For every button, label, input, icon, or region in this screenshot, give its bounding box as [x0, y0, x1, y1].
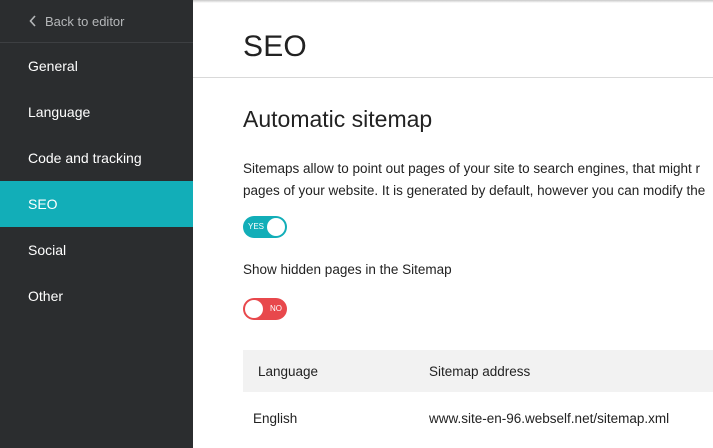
sidebar-item-seo[interactable]: SEO — [0, 181, 193, 227]
divider — [193, 77, 713, 78]
description-line: pages of your website. It is generated b… — [243, 183, 706, 198]
sidebar-item-label: SEO — [28, 196, 58, 212]
sidebar-item-other[interactable]: Other — [0, 273, 193, 319]
sidebar-item-social[interactable]: Social — [0, 227, 193, 273]
table-header: Language Sitemap address — [243, 350, 713, 392]
top-shadow — [193, 0, 713, 3]
cell-language: English — [253, 410, 298, 426]
sidebar: Back to editor General Language Code and… — [0, 0, 193, 448]
sitemap-table: Language Sitemap address English www.sit… — [243, 350, 713, 444]
section-title: Automatic sitemap — [243, 106, 433, 132]
sidebar-item-label: Other — [28, 288, 64, 304]
settings-nav: General Language Code and tracking SEO S… — [0, 43, 193, 319]
table-row: English www.site-en-96.webself.net/sitem… — [243, 392, 713, 444]
sidebar-item-label: Language — [28, 104, 91, 120]
settings-window: Back to editor General Language Code and… — [0, 0, 713, 448]
cell-sitemap-address[interactable]: www.site-en-96.webself.net/sitemap.xml — [429, 411, 713, 426]
hidden-pages-toggle[interactable]: NO — [243, 298, 287, 320]
column-header-sitemap-address: Sitemap address — [429, 363, 531, 379]
sitemap-description: Sitemaps allow to point out pages of you… — [243, 158, 713, 202]
page-title: SEO — [243, 30, 307, 63]
back-to-editor-link[interactable]: Back to editor — [0, 0, 193, 43]
main-panel: SEO Automatic sitemap Sitemaps allow to … — [193, 0, 713, 448]
back-to-editor-label: Back to editor — [45, 13, 125, 29]
toggle-knob — [267, 218, 285, 236]
toggle-state-label: YES — [248, 222, 265, 231]
toggle-knob — [245, 300, 263, 318]
sitemap-toggle[interactable]: YES — [243, 216, 287, 238]
sidebar-item-language[interactable]: Language — [0, 89, 193, 135]
description-line: Sitemaps allow to point out pages of you… — [243, 161, 701, 176]
sidebar-item-label: Social — [28, 242, 67, 258]
toggle-state-label: NO — [270, 304, 282, 313]
sidebar-item-general[interactable]: General — [0, 43, 193, 89]
chevron-left-icon — [29, 14, 39, 28]
sidebar-item-code-and-tracking[interactable]: Code and tracking — [0, 135, 193, 181]
hidden-pages-label: Show hidden pages in the Sitemap — [243, 262, 452, 277]
sidebar-item-label: Code and tracking — [28, 150, 142, 166]
column-header-language: Language — [258, 363, 319, 379]
sidebar-item-label: General — [28, 58, 78, 74]
